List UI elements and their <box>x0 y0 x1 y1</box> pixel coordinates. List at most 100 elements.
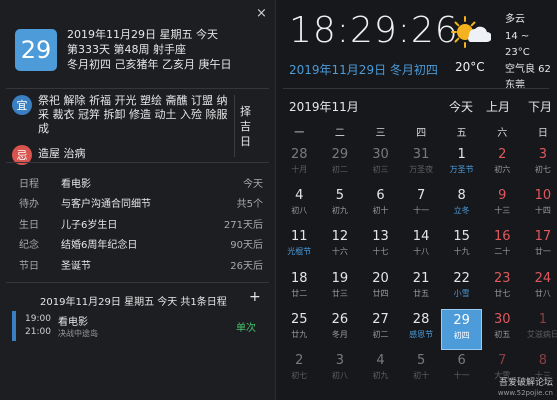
next-month-button[interactable]: 下月 <box>528 98 552 115</box>
day-cell[interactable]: 6 初十 <box>360 185 401 226</box>
day-cell[interactable]: 15 十九 <box>441 226 482 267</box>
day-cell[interactable]: 9 十三 <box>482 185 523 226</box>
day-cell[interactable]: 30 初三 <box>360 144 401 185</box>
lunar-label: 光棍节 <box>287 247 312 257</box>
schedule-subtitle: 决战中途岛 <box>58 329 98 338</box>
day-number: 20 <box>372 270 389 286</box>
schedule-item[interactable]: 19:00 21:00 看电影 决战中途岛 单次 <box>12 311 262 341</box>
day-cell[interactable]: 3 初七 <box>523 144 557 185</box>
day-cell[interactable]: 21 廿五 <box>401 268 442 309</box>
lunar-label: 感恩节 <box>409 329 434 339</box>
day-cell[interactable]: 20 廿四 <box>360 268 401 309</box>
day-cell[interactable]: 31 万圣夜 <box>401 144 442 185</box>
day-number: 30 <box>493 311 511 327</box>
watermark-url: www.52pojie.cn <box>497 389 553 397</box>
day-cell-today[interactable]: 29 初四 <box>441 308 482 350</box>
lunar-label: 初九 <box>372 370 389 380</box>
day-number-tile: 29 <box>15 29 57 71</box>
divider <box>6 282 269 283</box>
day-cell[interactable]: 10 十四 <box>523 185 557 226</box>
week-row: 28 十月 29 初二 30 初三 31 万圣夜 1 万圣节 2 初六 3 初七 <box>279 144 557 185</box>
day-number: 8 <box>538 352 547 368</box>
day-cell[interactable]: 28 十月 <box>279 144 320 185</box>
day-cell[interactable]: 19 廿三 <box>320 268 361 309</box>
lunar-label: 初五 <box>494 329 511 339</box>
weather-range: 14 ~ 23°C <box>505 30 530 59</box>
divider <box>6 88 269 89</box>
day-number: 7 <box>416 188 426 204</box>
day-cell[interactable]: 28 感恩节 <box>401 309 442 350</box>
day-cell[interactable]: 12 十六 <box>320 226 361 267</box>
date-lunar[interactable]: 2019年11月29日 冬月初四 <box>289 61 438 78</box>
day-number: 17 <box>534 229 552 245</box>
close-icon[interactable]: × <box>256 6 267 21</box>
day-cell[interactable]: 1 万圣节 <box>441 144 482 185</box>
day-cell[interactable]: 23 廿七 <box>482 268 523 309</box>
day-cell[interactable]: 17 廿一 <box>523 226 557 267</box>
event-row[interactable]: 节日 圣诞节 26天后 <box>19 254 263 275</box>
day-cell[interactable]: 7 十一 <box>401 185 442 226</box>
day-cell[interactable]: 11 光棍节 <box>279 226 320 267</box>
day-cell[interactable]: 6 十一 <box>441 350 482 391</box>
event-category: 纪念 <box>19 240 39 252</box>
day-number: 11 <box>291 229 308 245</box>
day-cell[interactable]: 4 初九 <box>360 350 401 391</box>
day-cell[interactable]: 22 小雪 <box>441 268 482 309</box>
day-cell[interactable]: 27 初二 <box>360 309 401 350</box>
yi-ji-section: 宜 祭祀 解除 祈福 开光 塑绘 斋醮 订盟 纳采 裁衣 冠笄 拆卸 修造 动土… <box>12 94 238 171</box>
add-schedule-button[interactable]: + <box>249 289 261 305</box>
weekday-label: 二 <box>334 128 345 139</box>
event-row[interactable]: 日程 看电影 今天 <box>19 172 263 193</box>
event-row[interactable]: 待办 与客户沟通合同细节 共5个 <box>19 193 263 214</box>
lunar-label: 初十 <box>372 206 389 216</box>
weekday-label: 四 <box>416 128 427 139</box>
date-line-1: 2019年11月29日 星期五 今天 <box>67 28 218 41</box>
schedule-title: 看电影 <box>58 317 88 328</box>
lunar-label: 初八 <box>291 206 308 216</box>
choose-auspicious-day-button[interactable]: 择吉日 <box>240 104 254 149</box>
weather-city: 东莞 <box>505 80 525 91</box>
day-number: 2 <box>498 147 507 162</box>
day-cell[interactable]: 14 十八 <box>401 226 442 267</box>
event-row[interactable]: 纪念 结婚6周年纪念日 90天后 <box>19 234 263 255</box>
event-row[interactable]: 生日 儿子6岁生日 271天后 <box>19 213 263 234</box>
event-category: 生日 <box>19 219 39 231</box>
lunar-label: 十九 <box>453 247 470 257</box>
prev-month-button[interactable]: 上月 <box>486 98 510 115</box>
day-cell[interactable]: 4 初八 <box>279 185 320 226</box>
lunar-label: 初二 <box>331 165 348 174</box>
day-cell[interactable]: 1 艾滋病日 <box>523 309 557 350</box>
day-cell[interactable]: 26 冬月 <box>320 309 361 350</box>
day-cell[interactable]: 5 初十 <box>401 350 442 391</box>
event-title: 圣诞节 <box>61 260 91 272</box>
day-cell[interactable]: 30 初五 <box>482 309 523 350</box>
day-number: 23 <box>493 270 511 286</box>
day-cell[interactable]: 29 初二 <box>320 144 361 185</box>
today-button[interactable]: 今天 <box>449 98 473 115</box>
day-number: 6 <box>457 352 466 368</box>
month-label[interactable]: 2019年11月 <box>289 98 359 115</box>
lunar-label: 初三 <box>372 165 389 174</box>
weather-info[interactable]: 多云 14 ~ 23°C 空气良 62 东莞 <box>505 12 557 95</box>
lunar-label: 十一 <box>453 370 470 380</box>
yi-row: 宜 祭祀 解除 祈福 开光 塑绘 斋醮 订盟 纳采 裁衣 冠笄 拆卸 修造 动土… <box>12 94 238 136</box>
day-cell[interactable]: 3 初八 <box>320 350 361 391</box>
lunar-label: 万圣节 <box>449 165 474 174</box>
day-cell[interactable]: 2 初七 <box>279 350 320 391</box>
day-cell[interactable]: 13 十七 <box>360 226 401 267</box>
day-cell[interactable]: 5 初九 <box>320 185 361 226</box>
lunar-label: 十三 <box>494 206 511 216</box>
day-cell[interactable]: 24 廿八 <box>523 268 557 309</box>
day-number: 9 <box>498 188 507 204</box>
day-cell[interactable]: 2 初六 <box>482 144 523 185</box>
divider <box>6 162 269 163</box>
day-cell[interactable]: 8 立冬 <box>441 185 482 226</box>
day-cell[interactable]: 25 廿九 <box>279 309 320 350</box>
lunar-label: 初十 <box>413 370 430 380</box>
lunar-label: 小雪 <box>453 288 470 298</box>
lunar-label: 初七 <box>291 370 308 380</box>
lunar-label: 廿七 <box>494 288 511 298</box>
lunar-label: 十七 <box>372 247 389 257</box>
day-cell[interactable]: 18 廿二 <box>279 268 320 309</box>
day-cell[interactable]: 16 二十 <box>482 226 523 267</box>
